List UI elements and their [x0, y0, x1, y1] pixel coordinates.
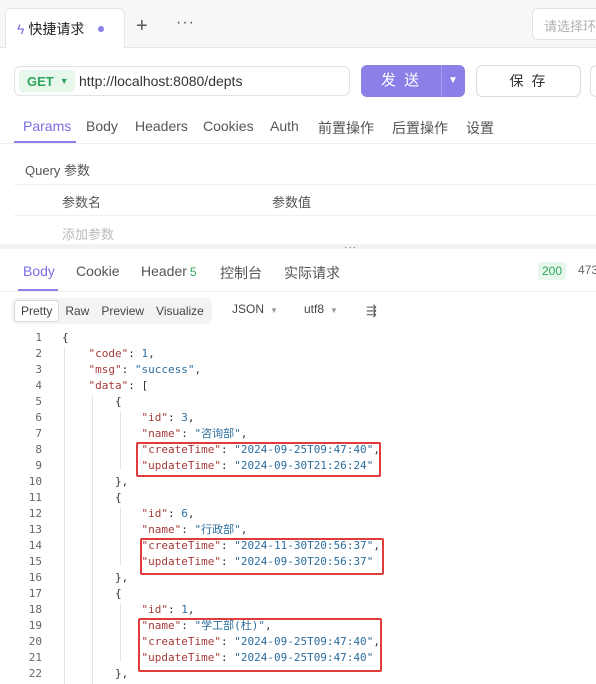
response-tabs: Body Cookie Header 5 控制台 实际请求 — [0, 256, 596, 292]
url-bar[interactable]: GET ▼ http://localhost:8080/depts — [14, 66, 350, 96]
param-value-header: 参数值 — [272, 195, 312, 210]
line-number: 17 — [28, 587, 42, 600]
line-number: 12 — [28, 507, 42, 520]
chevron-down-icon: ▼ — [330, 306, 338, 315]
chevron-down-icon: ▼ — [59, 76, 69, 86]
send-dropdown-icon[interactable]: ▼ — [441, 65, 465, 97]
chevron-down-icon: ▼ — [270, 306, 278, 315]
tab-console[interactable]: 控制台 — [220, 263, 262, 283]
code-text: "id": 6, — [141, 507, 195, 520]
code-text: { — [62, 491, 122, 504]
highlight-box — [140, 538, 384, 575]
word-wrap-icon[interactable]: ⇶ — [366, 303, 377, 319]
tab-response-header[interactable]: Header 5 — [141, 263, 197, 279]
code-text: "id": 3, — [141, 411, 195, 424]
send-button[interactable]: 发 送 ▼ — [361, 65, 465, 97]
encoding-select[interactable]: utf8 ▼ — [304, 302, 338, 316]
url-input[interactable]: http://localhost:8080/depts — [79, 73, 242, 89]
add-tab-icon[interactable]: + — [136, 16, 148, 36]
extra-button[interactable] — [590, 65, 596, 97]
send-label: 发 送 — [380, 72, 422, 89]
tab-bar: ϟ 快捷请求 + ··· 请选择环境 — [0, 0, 596, 48]
code-text: "name": "行政部", — [141, 523, 248, 536]
line-number: 9 — [35, 459, 42, 472]
query-params-title: Query 参数 — [25, 163, 91, 178]
tab-response-body[interactable]: Body — [23, 263, 55, 279]
code-text: "msg": "success", — [88, 363, 202, 376]
tab-body[interactable]: Body — [86, 118, 118, 134]
more-icon[interactable]: ··· — [176, 14, 195, 32]
line-number: 1 — [35, 331, 42, 344]
line-number: 5 — [35, 395, 42, 408]
line-number: 3 — [35, 363, 42, 376]
active-tab-indicator — [14, 141, 76, 143]
drag-handle-icon[interactable]: ··· — [344, 242, 357, 253]
code-text: "data": [ — [88, 379, 149, 392]
status-badge: 200 — [538, 262, 567, 280]
view-mode-switcher: Pretty Raw Preview Visualize — [12, 298, 212, 324]
highlight-box — [136, 442, 381, 477]
line-number: 10 — [28, 475, 42, 488]
view-pretty[interactable]: Pretty — [14, 300, 60, 322]
add-param-input[interactable]: 添加参数 — [62, 224, 114, 243]
request-tab-label: 快捷请求 — [28, 20, 85, 37]
line-number: 20 — [28, 635, 42, 648]
response-size: 473 — [578, 263, 596, 277]
code-text: }, — [62, 475, 129, 488]
tab-pre-operations[interactable]: 前置操作 — [318, 118, 374, 138]
panel-splitter[interactable] — [0, 244, 596, 249]
method-select[interactable]: GET ▼ — [19, 70, 75, 92]
request-tab[interactable]: ϟ 快捷请求 — [5, 8, 125, 48]
tab-params[interactable]: Params — [23, 118, 71, 134]
code-text: "code": 1, — [88, 347, 155, 360]
line-number: 11 — [28, 491, 42, 504]
line-number: 7 — [35, 427, 42, 440]
tab-headers[interactable]: Headers — [135, 118, 188, 134]
tab-response-cookie[interactable]: Cookie — [76, 263, 120, 279]
query-params-header: 参数名 参数值 — [14, 184, 596, 216]
tab-settings[interactable]: 设置 — [466, 118, 494, 138]
line-number: 6 — [35, 411, 42, 424]
code-text: { — [62, 331, 69, 344]
line-number: 15 — [28, 555, 42, 568]
method-label: GET — [27, 73, 54, 89]
code-text: }, — [62, 667, 129, 680]
code-text: { — [62, 395, 122, 408]
line-number: 13 — [28, 523, 42, 536]
tab-actual-request[interactable]: 实际请求 — [284, 263, 340, 283]
line-number: 19 — [28, 619, 42, 632]
tab-auth[interactable]: Auth — [270, 118, 299, 134]
line-number: 21 — [28, 651, 42, 664]
code-text: "id": 1, — [141, 603, 195, 616]
tab-post-operations[interactable]: 后置操作 — [392, 118, 448, 138]
encoding-label: utf8 — [304, 302, 325, 316]
tab-cookies[interactable]: Cookies — [203, 118, 254, 134]
request-tabs: Params Body Headers Cookies Auth 前置操作 后置… — [0, 106, 596, 144]
format-label: JSON — [232, 302, 265, 316]
view-raw[interactable]: Raw — [59, 301, 95, 321]
line-number: 16 — [28, 571, 42, 584]
highlight-box — [138, 618, 382, 672]
bolt-icon: ϟ — [17, 20, 25, 37]
line-number: 14 — [28, 539, 42, 552]
line-number: 18 — [28, 603, 42, 616]
line-number: 22 — [28, 667, 42, 680]
header-count-badge: 5 — [189, 265, 197, 279]
unsaved-dot-icon — [98, 25, 105, 32]
code-text: }, — [62, 571, 129, 584]
code-text: { — [62, 587, 122, 600]
view-preview[interactable]: Preview — [95, 301, 150, 321]
header-tab-label: Header — [141, 263, 187, 279]
line-number: 8 — [35, 443, 42, 456]
format-select[interactable]: JSON ▼ — [232, 302, 278, 316]
param-name-header: 参数名 — [62, 195, 102, 210]
save-button[interactable]: 保 存 — [476, 65, 581, 97]
environment-select[interactable]: 请选择环境 — [532, 8, 596, 40]
line-number: 2 — [35, 347, 42, 360]
active-response-tab-indicator — [18, 289, 58, 291]
line-number: 4 — [35, 379, 42, 392]
view-visualize[interactable]: Visualize — [150, 301, 210, 321]
code-text: "name": "咨询部", — [141, 427, 248, 440]
